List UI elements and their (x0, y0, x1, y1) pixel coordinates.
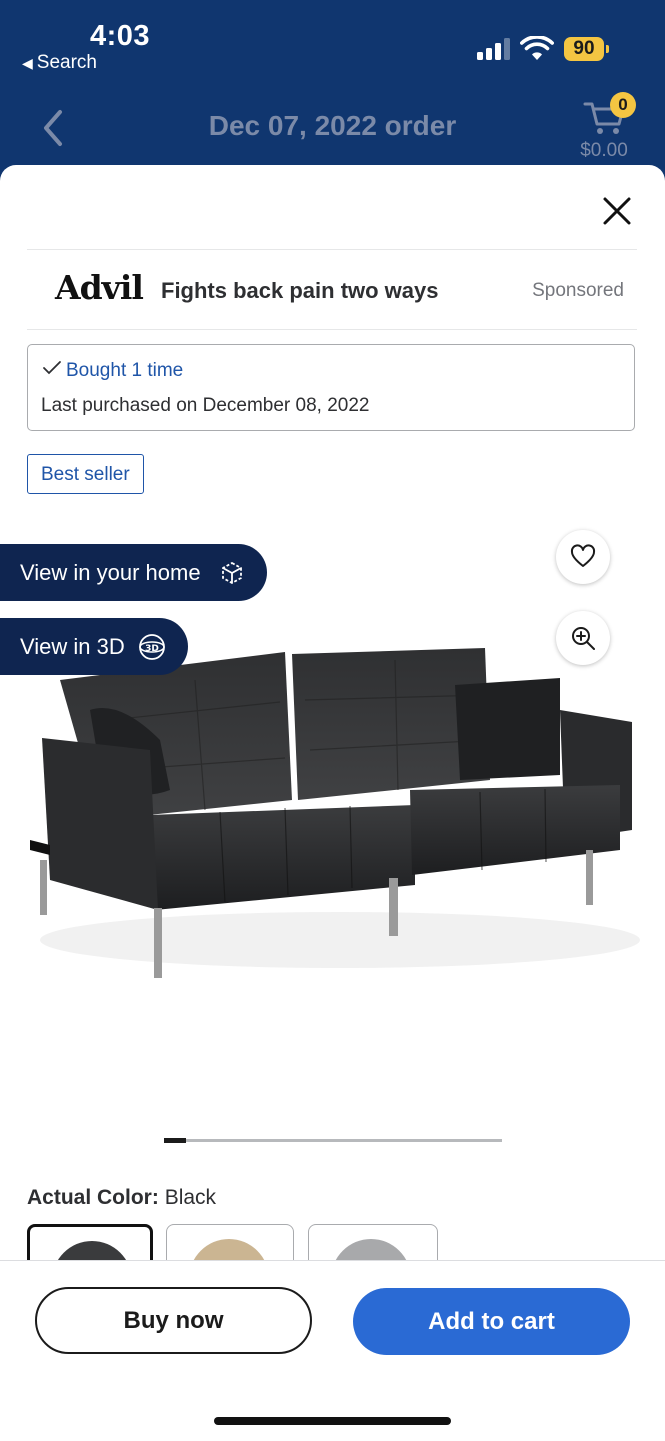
battery-tip (606, 45, 609, 53)
view-in-3d-label: View in 3D (20, 634, 125, 659)
divider (27, 329, 637, 330)
bought-label: Bought 1 time (66, 360, 184, 381)
selected-color: Black (164, 1186, 217, 1209)
product-image-sofa[interactable] (20, 640, 645, 1000)
page-title: Dec 07, 2022 order (208, 110, 457, 141)
ad-brand-logo[interactable]: Advil (55, 268, 144, 307)
zoom-in-icon (572, 627, 595, 650)
color-label-key: Actual Color: (27, 1186, 159, 1209)
close-icon[interactable] (598, 192, 636, 230)
view-in-home-button[interactable]: View in your home (0, 544, 267, 601)
heart-icon (570, 544, 596, 567)
checkmark-icon (43, 361, 61, 375)
svg-text:3D: 3D (145, 644, 159, 654)
back-triangle-icon: ◀ (22, 55, 33, 71)
status-time: 4:03 (90, 20, 151, 52)
carousel-active-indicator (164, 1138, 186, 1143)
status-back-to-search[interactable]: ◀ Search (22, 52, 97, 74)
best-seller-badge: Best seller (27, 454, 144, 494)
status-back-label: Search (36, 52, 97, 73)
cart-count-badge: 0 (610, 92, 636, 118)
favorite-button[interactable] (556, 530, 610, 584)
cellular-signal-icon (477, 38, 511, 60)
purchase-history-box: Bought 1 time Last purchased on December… (27, 344, 635, 431)
add-to-cart-button[interactable]: Add to cart (353, 1288, 630, 1355)
battery-indicator: 90 (564, 37, 604, 61)
cart-total: $0.00 (580, 140, 628, 161)
view-in-3d-button[interactable]: View in 3D 3D (0, 618, 188, 675)
color-label: Actual Color: Black (27, 1186, 216, 1210)
sponsored-label: Sponsored (532, 280, 624, 301)
3d-rotate-icon: 3D (139, 634, 165, 660)
last-purchased-date: Last purchased on December 08, 2022 (41, 395, 370, 416)
carousel-track[interactable] (164, 1139, 502, 1142)
view-in-home-label: View in your home (20, 560, 201, 585)
buy-now-button[interactable]: Buy now (35, 1287, 312, 1354)
ar-cube-icon (222, 561, 242, 585)
ad-headline[interactable]: Fights back pain two ways (161, 278, 439, 304)
wifi-icon (520, 36, 554, 60)
zoom-button[interactable] (556, 611, 610, 665)
divider (27, 249, 637, 250)
bought-count: Bought 1 time (42, 360, 183, 382)
home-indicator[interactable] (214, 1417, 451, 1425)
